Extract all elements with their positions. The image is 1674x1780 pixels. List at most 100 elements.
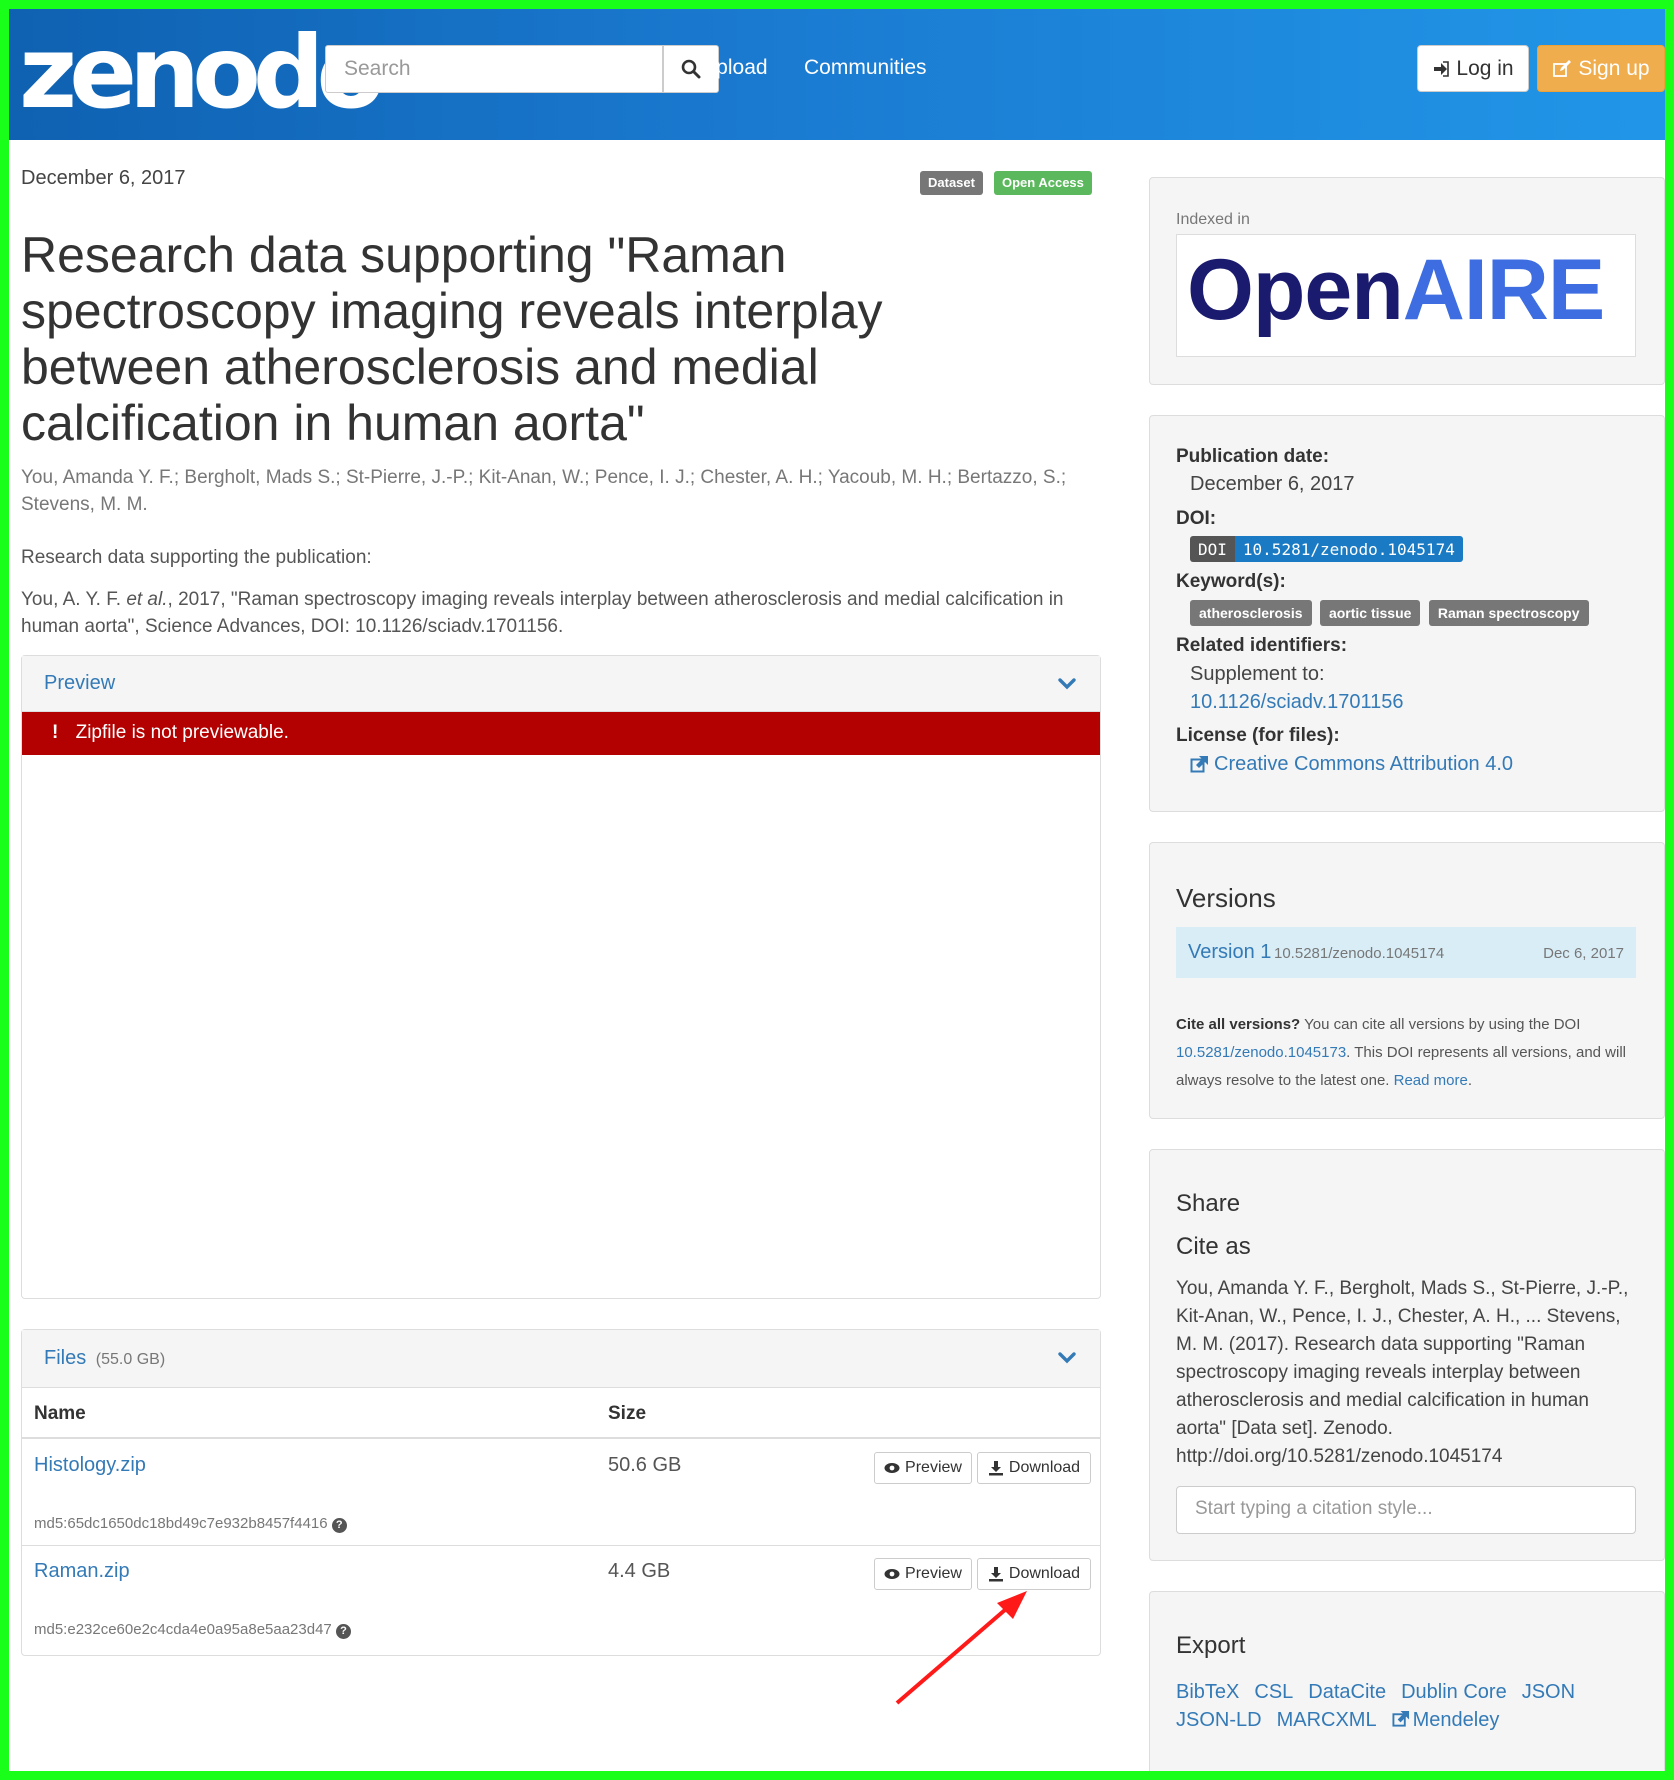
login-button[interactable]: Log in (1417, 45, 1529, 92)
exclamation-icon: ! (52, 722, 59, 743)
cite-all-text1: You can cite all versions by using the D… (1300, 1016, 1581, 1033)
top-navbar: zenodo Search Upload Communities Log in … (9, 9, 1665, 140)
sign-in-icon (1434, 60, 1450, 77)
question-circle-icon[interactable]: ? (331, 1518, 347, 1533)
col-size: Size (608, 1403, 647, 1424)
export-datacite[interactable]: DataCite (1308, 1681, 1386, 1703)
external-link-icon (1392, 1710, 1409, 1727)
keywords-label: Keyword(s): (1176, 571, 1286, 592)
files-panel-title: Files (44, 1347, 87, 1369)
doi-label: DOI: (1176, 508, 1217, 529)
metadata-panel: Publication date: December 6, 2017 DOI: … (1149, 415, 1665, 812)
cite-all-bold: Cite all versions? (1176, 1016, 1301, 1033)
keyword-badge[interactable]: aortic tissue (1319, 600, 1421, 626)
read-more-link[interactable]: Read more (1394, 1072, 1468, 1089)
eye-icon (884, 1463, 900, 1473)
file-md5: md5:e232ce60e2c4cda4e0a95a8e5aa23d47 (34, 1621, 332, 1638)
export-json[interactable]: JSON (1522, 1681, 1575, 1703)
file-download-button[interactable]: Download (977, 1558, 1091, 1590)
share-title: Share (1176, 1190, 1241, 1217)
preview-label: Preview (905, 1565, 962, 1582)
nav-upload[interactable]: Upload (701, 56, 768, 80)
file-preview-button[interactable]: Preview (874, 1558, 972, 1590)
versions-panel: Versions Version 1 10.5281/zenodo.104517… (1149, 842, 1665, 1119)
external-link-icon (1190, 756, 1208, 773)
related-doi-link[interactable]: 10.1126/sciadv.1701156 (1190, 691, 1404, 714)
eye-icon (884, 1569, 900, 1579)
export-links: BibTeX CSL DataCite Dublin Core JSON JSON-LD… (1176, 1678, 1636, 1734)
export-mendeley[interactable]: Mendeley (1392, 1709, 1500, 1731)
col-name: Name (34, 1403, 86, 1424)
download-icon (988, 1567, 1003, 1582)
doi-badge-tag: DOI (1190, 536, 1235, 562)
export-marcxml[interactable]: MARCXML (1277, 1709, 1377, 1731)
doi-value: 10.5281/zenodo.1045174 (1234, 536, 1463, 562)
version-doi: 10.5281/zenodo.1045174 (1274, 945, 1445, 962)
share-panel: Share Cite as You, Amanda Y. F., Berghol… (1149, 1149, 1665, 1561)
download-label: Download (1008, 1459, 1081, 1476)
search-icon (681, 59, 701, 79)
export-title: Export (1176, 1632, 1246, 1659)
cite-as-text: You, Amanda Y. F., Bergholt, Mads S., St… (1176, 1278, 1629, 1467)
file-preview-button[interactable]: Preview (874, 1452, 972, 1484)
license-label: License (for files): (1176, 725, 1340, 746)
version-date: Dec 6, 2017 (1543, 945, 1624, 962)
file-download-button[interactable]: Download (977, 1452, 1091, 1484)
question-circle-icon[interactable]: ? (335, 1624, 351, 1639)
preview-panel-header[interactable]: Preview (22, 656, 1100, 712)
license-link[interactable]: Creative Commons Attribution 4.0 (1190, 753, 1513, 776)
file-md5: md5:65dc1650dc18bd49c7e932b8457f4416 (34, 1515, 328, 1532)
keyword-list: atherosclerosis aortic tissue Raman spec… (1190, 600, 1593, 626)
preview-alert-text: Zipfile is not previewable. (75, 722, 289, 743)
record-description: Research data supporting the publication… (21, 547, 372, 568)
citation-prefix: You, A. Y. F. (21, 589, 127, 610)
files-total-size: (55.0 GB) (95, 1351, 166, 1368)
indexed-in-label: Indexed in (1176, 211, 1250, 228)
preview-alert: ! Zipfile is not previewable. (22, 712, 1100, 755)
screenshot-frame: zenodo Search Upload Communities Log in … (0, 0, 1674, 1780)
export-panel: Export BibTeX CSL DataCite Dublin Core JSON … (1149, 1591, 1665, 1771)
license-text: Creative Commons Attribution 4.0 (1214, 753, 1514, 775)
doi-badge[interactable]: DOI 10.5281/zenodo.1045174 (1190, 536, 1463, 562)
zenodo-logo[interactable]: zenodo (19, 23, 385, 123)
openaire-logo-aire: AIRE (1402, 242, 1605, 338)
files-panel-header[interactable]: Files (55.0 GB) (22, 1330, 1100, 1388)
file-checksum: md5:65dc1650dc18bd49c7e932b8457f4416 ? (34, 1515, 347, 1533)
keyword-badge[interactable]: Raman spectroscopy (1428, 600, 1589, 626)
search-input[interactable]: Search (325, 45, 663, 93)
openaire-logo[interactable]: OpenAIRE (1176, 234, 1636, 357)
login-label: Log in (1456, 56, 1514, 80)
edit-icon (1553, 59, 1572, 77)
file-link[interactable]: Raman.zip (34, 1560, 130, 1583)
export-csl[interactable]: CSL (1254, 1681, 1293, 1703)
cite-all-doi-link[interactable]: 10.5281/zenodo.1045173 (1176, 1044, 1346, 1061)
citation-style-input[interactable]: Start typing a citation style... (1176, 1486, 1636, 1534)
supplement-to-label: Supplement to: (1190, 663, 1325, 685)
open-access-badge: Open Access (994, 171, 1092, 195)
version-row[interactable]: Version 1 10.5281/zenodo.1045174 Dec 6, … (1176, 927, 1636, 978)
keyword-badge[interactable]: atherosclerosis (1190, 600, 1312, 626)
chevron-down-icon[interactable] (1056, 1346, 1078, 1368)
chevron-down-icon[interactable] (1056, 672, 1078, 694)
pub-date-label: Publication date: (1176, 446, 1330, 467)
mendeley-label: Mendeley (1412, 1709, 1500, 1731)
table-row: Histology.zip 50.6 GB Preview Download m… (22, 1441, 1100, 1546)
record-date: December 6, 2017 (21, 167, 186, 189)
export-json-ld[interactable]: JSON-LD (1176, 1709, 1262, 1731)
preview-label: Preview (905, 1459, 962, 1476)
dataset-badge: Dataset (920, 171, 983, 195)
files-table-header: Name Size (22, 1388, 1100, 1439)
export-bibtex[interactable]: BibTeX (1176, 1681, 1239, 1703)
versions-title: Versions (1176, 883, 1276, 913)
signup-button[interactable]: Sign up (1537, 45, 1665, 92)
openaire-logo-open: Open (1187, 242, 1404, 338)
page: zenodo Search Upload Communities Log in … (9, 9, 1665, 1771)
export-dublin-core[interactable]: Dublin Core (1401, 1681, 1507, 1703)
citation-rest: , 2017, "Raman spectroscopy imaging reve… (21, 589, 1064, 637)
file-link[interactable]: Histology.zip (34, 1454, 146, 1477)
download-icon (988, 1461, 1003, 1476)
nav-communities[interactable]: Communities (804, 56, 927, 80)
cite-as-title: Cite as (1176, 1233, 1251, 1260)
preview-panel-title: Preview (44, 672, 116, 694)
version-label[interactable]: Version 1 (1188, 941, 1271, 964)
